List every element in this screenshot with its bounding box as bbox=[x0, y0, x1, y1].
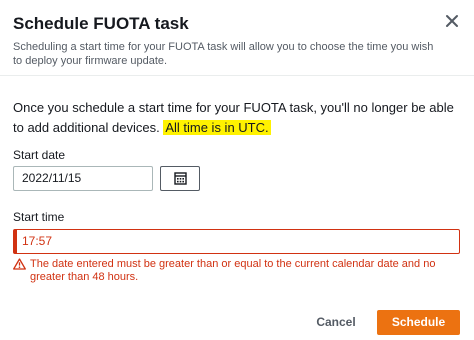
warning-icon bbox=[13, 258, 26, 270]
modal-header: Schedule FUOTA task Scheduling a start t… bbox=[0, 0, 474, 76]
start-time-label: Start time bbox=[13, 210, 65, 224]
close-button[interactable] bbox=[442, 11, 462, 31]
cancel-button[interactable]: Cancel bbox=[306, 312, 366, 332]
calendar-icon bbox=[174, 172, 187, 185]
calendar-button[interactable] bbox=[160, 166, 200, 191]
start-date-label: Start date bbox=[13, 148, 66, 162]
start-time-input[interactable]: 17:57 bbox=[13, 229, 460, 254]
info-paragraph: Once you schedule a start time for your … bbox=[13, 98, 463, 138]
modal-subtitle: Scheduling a start time for your FUOTA t… bbox=[13, 41, 434, 67]
close-icon bbox=[446, 15, 458, 27]
schedule-fuota-modal: Schedule FUOTA task Scheduling a start t… bbox=[0, 0, 474, 340]
modal-title: Schedule FUOTA task bbox=[13, 14, 189, 33]
start-time-error-text: The date entered must be greater than or… bbox=[30, 258, 436, 283]
utc-highlight: All time is in UTC. bbox=[163, 120, 271, 135]
start-date-input[interactable]: 2022/11/15 bbox=[13, 166, 153, 191]
schedule-button[interactable]: Schedule bbox=[377, 310, 460, 335]
